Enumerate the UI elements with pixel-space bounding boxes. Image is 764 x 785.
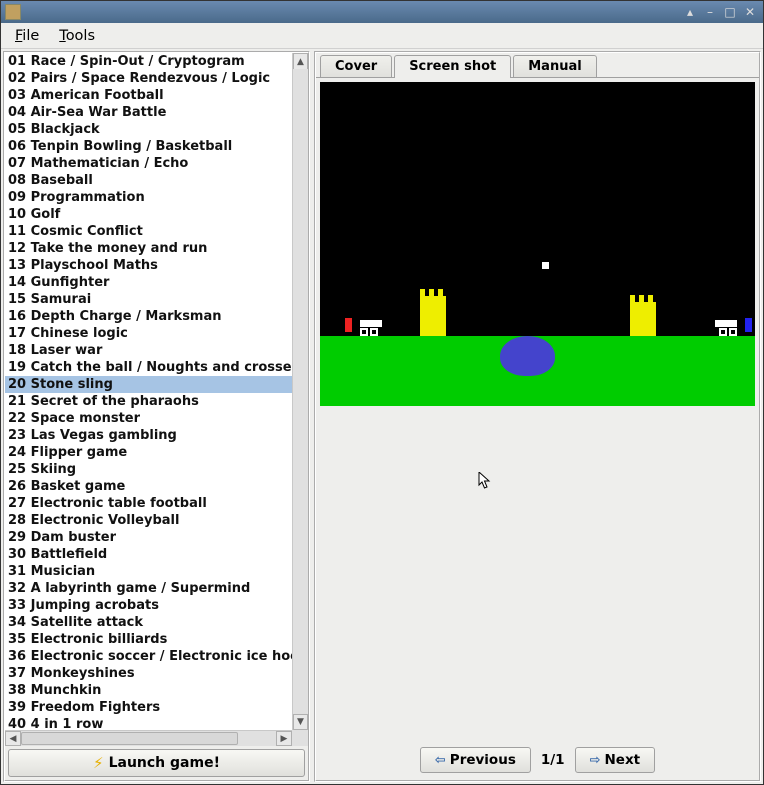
menu-file[interactable]: File — [5, 25, 49, 47]
horizontal-scrollbar[interactable]: ◀ ▶ — [5, 730, 292, 746]
scroll-right-button[interactable]: ▶ — [276, 731, 292, 746]
game-list-wrapper: 01 Race / Spin-Out / Cryptogram02 Pairs … — [5, 53, 308, 746]
screenshot-viewport — [320, 82, 755, 406]
list-item[interactable]: 37 Monkeyshines — [5, 665, 292, 682]
game-castle-right — [630, 302, 656, 336]
arrow-left-icon: ⇦ — [435, 753, 446, 768]
mouse-cursor-icon — [478, 472, 492, 490]
list-item[interactable]: 09 Programmation — [5, 189, 292, 206]
right-pane: Cover Screen shot Manual — [314, 51, 761, 782]
app-icon — [5, 4, 21, 20]
list-item[interactable]: 16 Depth Charge / Marksman — [5, 308, 292, 325]
list-item[interactable]: 11 Cosmic Conflict — [5, 223, 292, 240]
list-item[interactable]: 34 Satellite attack — [5, 614, 292, 631]
list-item[interactable]: 14 Gunfighter — [5, 274, 292, 291]
menu-tools[interactable]: Tools — [49, 25, 105, 47]
lightning-icon: ⚡ — [93, 754, 104, 772]
hscroll-thumb[interactable] — [21, 732, 238, 745]
list-item[interactable]: 02 Pairs / Space Rendezvous / Logic — [5, 70, 292, 87]
list-item[interactable]: 13 Playschool Maths — [5, 257, 292, 274]
tab-screenshot[interactable]: Screen shot — [394, 55, 511, 78]
scroll-corner — [292, 730, 308, 746]
scroll-up-button[interactable]: ▲ — [293, 53, 308, 69]
list-item[interactable]: 39 Freedom Fighters — [5, 699, 292, 716]
maximize-button[interactable]: □ — [721, 4, 739, 20]
list-item[interactable]: 17 Chinese logic — [5, 325, 292, 342]
list-item[interactable]: 19 Catch the ball / Noughts and crosses — [5, 359, 292, 376]
list-item[interactable]: 18 Laser war — [5, 342, 292, 359]
list-item[interactable]: 38 Munchkin — [5, 682, 292, 699]
game-catapult-left — [352, 320, 382, 336]
list-item[interactable]: 07 Mathematician / Echo — [5, 155, 292, 172]
list-item[interactable]: 31 Musician — [5, 563, 292, 580]
list-item[interactable]: 30 Battlefield — [5, 546, 292, 563]
list-item[interactable]: 32 A labyrinth game / Supermind — [5, 580, 292, 597]
game-list[interactable]: 01 Race / Spin-Out / Cryptogram02 Pairs … — [5, 53, 292, 730]
list-item[interactable]: 27 Electronic table football — [5, 495, 292, 512]
list-item[interactable]: 25 Skiing — [5, 461, 292, 478]
app-window: ▴ – □ ✕ File Tools 01 Race / Spin-Out / … — [0, 0, 764, 785]
launch-label: Launch game! — [109, 755, 220, 771]
list-item[interactable]: 40 4 in 1 row — [5, 716, 292, 730]
list-item[interactable]: 06 Tenpin Bowling / Basketball — [5, 138, 292, 155]
vertical-scrollbar[interactable]: ▲ ▼ — [292, 53, 308, 730]
next-button[interactable]: ⇨ Next — [575, 747, 656, 773]
roll-up-button[interactable]: ▴ — [681, 4, 699, 20]
list-item[interactable]: 26 Basket game — [5, 478, 292, 495]
list-item[interactable]: 33 Jumping acrobats — [5, 597, 292, 614]
list-item[interactable]: 21 Secret of the pharaohs — [5, 393, 292, 410]
list-item[interactable]: 24 Flipper game — [5, 444, 292, 461]
left-pane: 01 Race / Spin-Out / Cryptogram02 Pairs … — [3, 51, 310, 782]
previous-button[interactable]: ⇦ Previous — [420, 747, 531, 773]
list-item[interactable]: 36 Electronic soccer / Electronic ice ho… — [5, 648, 292, 665]
list-item[interactable]: 01 Race / Spin-Out / Cryptogram — [5, 53, 292, 70]
scroll-left-button[interactable]: ◀ — [5, 731, 21, 746]
next-label: Next — [604, 752, 640, 768]
game-castle-left — [420, 296, 446, 336]
content-area: 01 Race / Spin-Out / Cryptogram02 Pairs … — [1, 49, 763, 784]
list-item[interactable]: 04 Air-Sea War Battle — [5, 104, 292, 121]
list-item[interactable]: 15 Samurai — [5, 291, 292, 308]
launch-game-button[interactable]: ⚡ Launch game! — [8, 749, 305, 777]
titlebar: ▴ – □ ✕ — [1, 1, 763, 23]
list-item[interactable]: 35 Electronic billiards — [5, 631, 292, 648]
list-item[interactable]: 12 Take the money and run — [5, 240, 292, 257]
menu-file-rest: ile — [22, 28, 39, 44]
tab-body: ⇦ Previous 1/1 ⇨ Next — [316, 77, 759, 780]
detail-area — [318, 408, 757, 742]
tab-strip: Cover Screen shot Manual — [316, 53, 759, 78]
tab-manual[interactable]: Manual — [513, 55, 596, 78]
previous-label: Previous — [450, 752, 516, 768]
game-projectile — [542, 262, 549, 269]
menu-tools-rest: ools — [66, 28, 95, 44]
tab-cover[interactable]: Cover — [320, 55, 392, 78]
list-item[interactable]: 28 Electronic Volleyball — [5, 512, 292, 529]
list-item[interactable]: 03 American Football — [5, 87, 292, 104]
arrow-right-icon: ⇨ — [590, 753, 601, 768]
nav-bar: ⇦ Previous 1/1 ⇨ Next — [318, 742, 757, 778]
list-item[interactable]: 20 Stone sling — [5, 376, 292, 393]
list-item[interactable]: 10 Golf — [5, 206, 292, 223]
menubar: File Tools — [1, 23, 763, 49]
list-item[interactable]: 23 Las Vegas gambling — [5, 427, 292, 444]
list-item[interactable]: 05 Blackjack — [5, 121, 292, 138]
game-catapult-right — [715, 320, 745, 336]
list-item[interactable]: 29 Dam buster — [5, 529, 292, 546]
list-item[interactable]: 22 Space monster — [5, 410, 292, 427]
hscroll-track[interactable] — [21, 731, 276, 746]
scroll-down-button[interactable]: ▼ — [293, 714, 308, 730]
page-indicator: 1/1 — [541, 752, 565, 768]
list-item[interactable]: 08 Baseball — [5, 172, 292, 189]
close-button[interactable]: ✕ — [741, 4, 759, 20]
game-pond — [500, 336, 555, 376]
minimize-button[interactable]: – — [701, 4, 719, 20]
